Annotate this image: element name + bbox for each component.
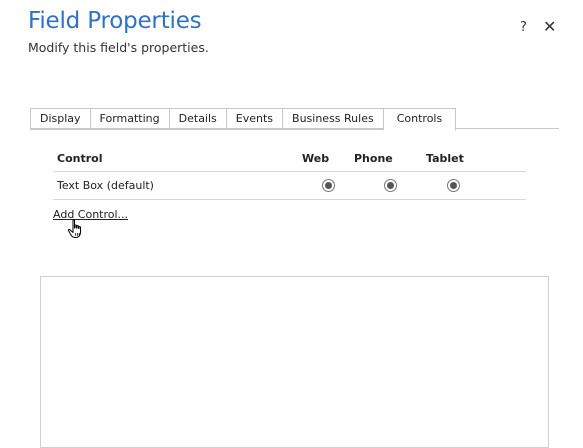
tab-events[interactable]: Events [225, 108, 283, 130]
control-name: Text Box (default) [53, 171, 302, 200]
tab-bar: Display Formatting Details Events Busine… [30, 108, 457, 131]
tab-display[interactable]: Display [30, 108, 90, 130]
control-properties-box [40, 276, 549, 448]
dialog-subtitle: Modify this field's properties. [28, 40, 209, 55]
phone-radio[interactable] [383, 179, 397, 193]
table-row[interactable]: Text Box (default) [53, 171, 526, 200]
tablet-radio[interactable] [446, 179, 460, 193]
header-tablet: Tablet [426, 145, 480, 172]
header-spacer [480, 145, 526, 172]
controls-panel: Control Web Phone Tablet Text Box (defau… [30, 129, 559, 448]
tab-business-rules[interactable]: Business Rules [282, 108, 383, 130]
header-control: Control [53, 145, 302, 172]
table-header-row: Control Web Phone Tablet [53, 145, 526, 172]
help-button[interactable]: ? [520, 20, 527, 35]
tab-controls[interactable]: Controls [382, 108, 457, 131]
header-web: Web [302, 145, 354, 172]
web-radio[interactable] [321, 179, 335, 193]
add-control-link[interactable]: Add Control... [53, 208, 128, 221]
controls-table: Control Web Phone Tablet Text Box (defau… [53, 145, 526, 200]
header-phone: Phone [354, 145, 426, 172]
tab-formatting[interactable]: Formatting [89, 108, 169, 130]
row-spacer [480, 171, 526, 200]
close-button[interactable]: ✕ [543, 17, 556, 36]
tab-details[interactable]: Details [168, 108, 226, 130]
dialog-title: Field Properties [28, 8, 202, 34]
hand-pointer-icon [67, 219, 81, 238]
